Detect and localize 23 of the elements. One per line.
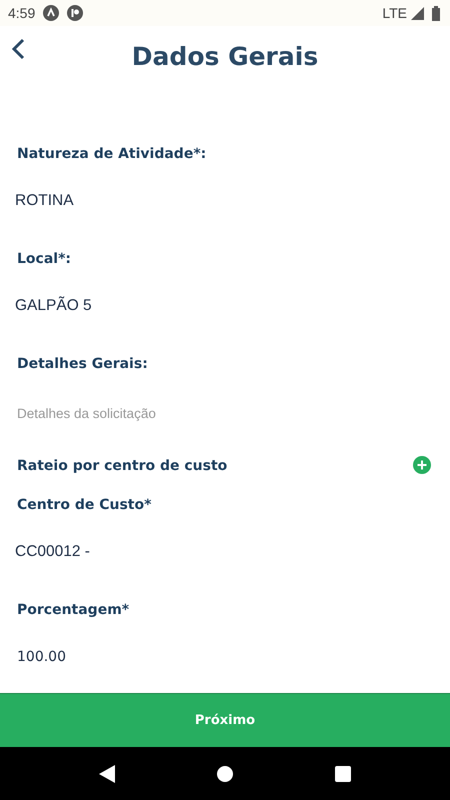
- status-time: 4:59: [8, 4, 36, 22]
- field-label: Centro de Custo*: [17, 497, 152, 513]
- field-label: Porcentagem*: [17, 602, 130, 618]
- back-nav-icon[interactable]: [99, 764, 115, 782]
- field-value: ROTINA: [15, 192, 74, 209]
- add-icon[interactable]: [413, 456, 431, 474]
- app-notification-icon: [67, 5, 84, 21]
- field-value: CC00012 -: [15, 543, 90, 560]
- battery-icon: [432, 6, 440, 20]
- back-button[interactable]: [10, 36, 26, 61]
- recents-nav-icon[interactable]: [335, 766, 351, 782]
- network-type: LTE: [382, 4, 407, 22]
- next-button[interactable]: Próximo: [0, 693, 450, 747]
- field-label: Natureza de Atividade*:: [17, 146, 206, 162]
- page-title: Dados Gerais: [132, 41, 318, 74]
- field-label: Local*:: [17, 251, 72, 267]
- home-nav-icon[interactable]: [217, 766, 233, 782]
- field-value: 100.00: [17, 649, 66, 665]
- app-notification-icon: [43, 5, 60, 21]
- field-value: GALPÃO 5: [15, 297, 92, 314]
- field-label: Detalhes Gerais:: [17, 356, 148, 372]
- section-title: Rateio por centro de custo: [17, 457, 228, 476]
- signal-icon: [411, 6, 424, 20]
